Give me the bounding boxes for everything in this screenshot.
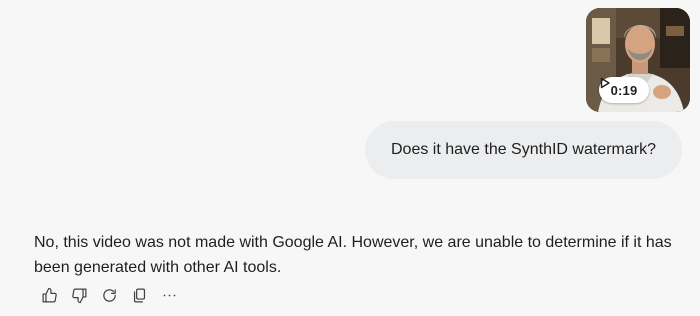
copy-icon bbox=[133, 288, 145, 302]
redo-icon bbox=[102, 288, 116, 302]
copy-button[interactable] bbox=[124, 282, 154, 308]
thumb-up-icon bbox=[42, 287, 57, 302]
chat-page: 0:19 Does it have the SynthID watermark?… bbox=[0, 0, 700, 316]
user-message-bubble: Does it have the SynthID watermark? bbox=[364, 121, 682, 179]
bad-response-button[interactable] bbox=[64, 282, 94, 308]
user-message-text: Does it have the SynthID watermark? bbox=[390, 141, 656, 158]
more-options-button[interactable] bbox=[154, 282, 184, 308]
video-attachment[interactable]: 0:19 bbox=[586, 8, 690, 112]
response-actions bbox=[34, 282, 184, 308]
response-text: No, this video was not made with Google … bbox=[34, 234, 672, 276]
thumb-down-icon bbox=[71, 288, 86, 303]
good-response-button[interactable] bbox=[34, 282, 64, 308]
more-options-icon bbox=[163, 294, 175, 296]
video-duration: 0:19 bbox=[610, 82, 638, 98]
play-icon bbox=[600, 77, 610, 89]
redo-button[interactable] bbox=[94, 282, 124, 308]
video-duration-badge[interactable]: 0:19 bbox=[599, 77, 649, 103]
